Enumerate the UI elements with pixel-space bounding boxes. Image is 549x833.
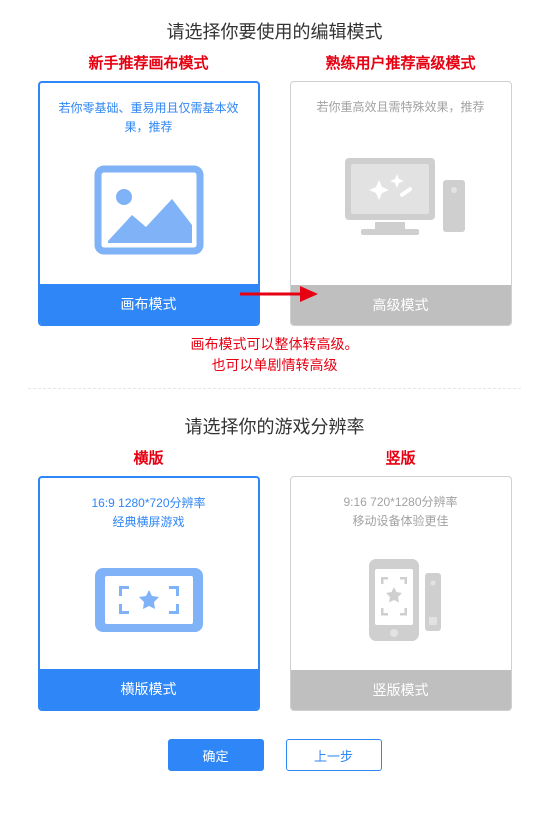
annotation-line1: 画布模式可以整体转高级。 bbox=[125, 334, 425, 355]
canvas-mode-footer: 画布模式 bbox=[40, 284, 258, 324]
landscape-card[interactable]: 16:9 1280*720分辨率 经典横屏游戏 bbox=[38, 476, 260, 711]
edit-mode-cards: 新手推荐画布模式 若你零基础、重易用且仅需基本效果，推荐 画布模式 熟练用户推荐… bbox=[0, 52, 549, 326]
confirm-button[interactable]: 确定 bbox=[168, 739, 264, 771]
image-placeholder-icon bbox=[94, 165, 204, 255]
advanced-mode-desc: 若你重高效且需特殊效果，推荐 bbox=[291, 82, 511, 123]
advanced-mode-footer: 高级模式 bbox=[291, 285, 511, 325]
landscape-footer: 横版模式 bbox=[40, 669, 258, 709]
landscape-label: 横版 bbox=[133, 447, 163, 468]
mode-annotation: 画布模式可以整体转高级。 也可以单剧情转高级 bbox=[125, 334, 425, 376]
action-buttons: 确定 上一步 bbox=[0, 739, 549, 771]
portrait-desc-1: 9:16 720*1280分辨率 bbox=[305, 493, 497, 512]
resolution-cards: 横版 16:9 1280*720分辨率 经典横屏游戏 bbox=[0, 447, 549, 711]
computer-sparkle-icon bbox=[331, 150, 471, 250]
canvas-mode-label: 新手推荐画布模式 bbox=[88, 52, 208, 73]
canvas-mode-media bbox=[40, 143, 258, 284]
back-button[interactable]: 上一步 bbox=[286, 739, 382, 771]
landscape-media bbox=[40, 538, 258, 669]
landscape-desc-1: 16:9 1280*720分辨率 bbox=[54, 494, 244, 513]
annotation-line2: 也可以单剧情转高级 bbox=[125, 355, 425, 376]
landscape-desc: 16:9 1280*720分辨率 经典横屏游戏 bbox=[40, 478, 258, 538]
portrait-media bbox=[291, 537, 511, 670]
section2-title: 请选择你的游戏分辨率 bbox=[0, 395, 549, 447]
portrait-desc: 9:16 720*1280分辨率 移动设备体验更佳 bbox=[291, 477, 511, 537]
advanced-mode-label: 熟练用户推荐高级模式 bbox=[325, 52, 475, 73]
portrait-label: 竖版 bbox=[385, 447, 415, 468]
portrait-desc-2: 移动设备体验更佳 bbox=[305, 512, 497, 531]
portrait-device-icon bbox=[351, 555, 451, 645]
landscape-desc-2: 经典横屏游戏 bbox=[54, 513, 244, 532]
landscape-device-icon bbox=[89, 560, 209, 640]
portrait-footer: 竖版模式 bbox=[291, 670, 511, 710]
canvas-mode-desc: 若你零基础、重易用且仅需基本效果，推荐 bbox=[40, 83, 258, 143]
advanced-mode-media bbox=[291, 123, 511, 285]
portrait-card[interactable]: 9:16 720*1280分辨率 移动设备体验更佳 bbox=[290, 476, 512, 711]
advanced-mode-card[interactable]: 若你重高效且需特殊效果，推荐 高级模式 bbox=[290, 81, 512, 326]
section-divider bbox=[28, 388, 521, 389]
section1-title: 请选择你要使用的编辑模式 bbox=[0, 0, 549, 52]
canvas-mode-card[interactable]: 若你零基础、重易用且仅需基本效果，推荐 画布模式 bbox=[38, 81, 260, 326]
